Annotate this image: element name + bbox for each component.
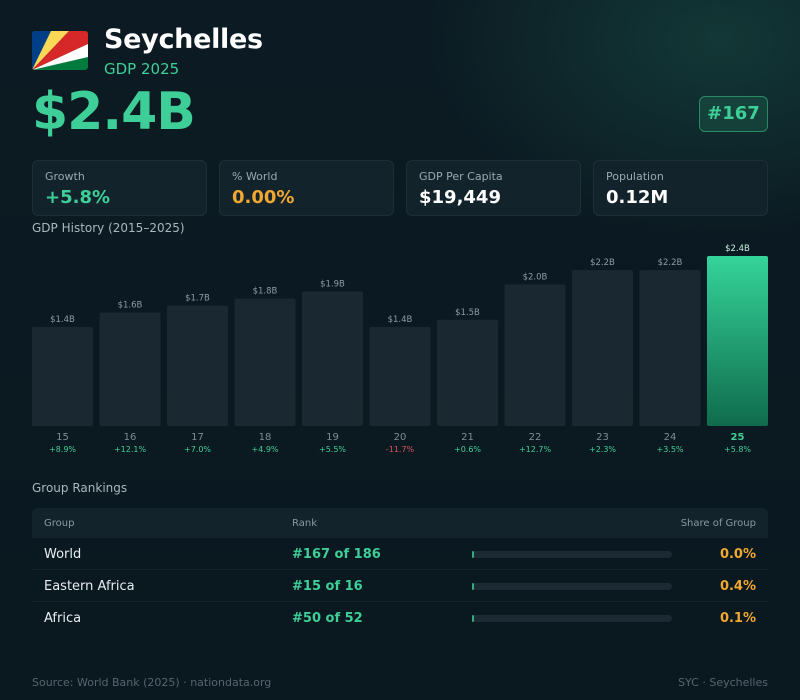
x-tick-label: 25	[731, 432, 745, 443]
x-tick-label: 24	[664, 432, 677, 443]
growth-label: -11.7%	[386, 445, 415, 454]
bar-value-label: $1.9B	[320, 279, 345, 289]
bar-value-label: $1.5B	[455, 308, 480, 318]
table-row: Africa #50 of 52 0.1%	[32, 602, 768, 634]
growth-label: +4.9%	[251, 445, 278, 454]
bar	[234, 298, 296, 426]
group-name: Africa	[44, 611, 82, 626]
share-bar	[472, 551, 672, 558]
bar	[707, 256, 768, 426]
country-name: Seychelles	[104, 24, 263, 55]
x-tick-label: 21	[461, 432, 474, 443]
x-tick-label: 23	[596, 432, 609, 443]
growth-label: +12.1%	[114, 445, 147, 454]
growth-label: +0.6%	[454, 445, 481, 454]
stat-card-per-capita: GDP Per Capita $19,449	[406, 160, 581, 216]
stat-card-growth: Growth +5.8%	[32, 160, 207, 216]
bar	[32, 326, 93, 426]
bar	[369, 326, 431, 426]
stat-label: Growth	[45, 170, 85, 183]
share-bar	[472, 615, 672, 622]
column-header-rank: Rank	[292, 518, 317, 529]
share-bar-fill	[472, 551, 474, 558]
stat-label: Population	[606, 170, 664, 183]
group-share: 0.0%	[719, 547, 756, 562]
growth-label: +5.8%	[724, 445, 751, 454]
growth-label: +7.0%	[184, 445, 211, 454]
x-tick-label: 16	[124, 432, 137, 443]
bar	[99, 312, 161, 426]
stat-card-world-share: % World 0.00%	[219, 160, 394, 216]
bar	[302, 291, 363, 426]
column-header-share: Share of Group	[680, 518, 756, 529]
footer-source: Source: World Bank (2025) · nationdata.o…	[32, 676, 272, 689]
stat-label: GDP Per Capita	[419, 170, 503, 183]
page-subtitle: GDP 2025	[104, 60, 180, 78]
table-row: Eastern Africa #15 of 16 0.4%	[32, 570, 768, 602]
gdp-value: $2.4B	[32, 82, 196, 142]
rankings-table: Group Rank Share of Group World #167 of …	[32, 508, 768, 634]
bar-value-label: $2.4B	[725, 244, 750, 254]
bar-value-label: $1.8B	[253, 287, 278, 297]
x-tick-label: 19	[326, 432, 339, 443]
group-name: Eastern Africa	[44, 579, 135, 594]
table-header: Group Rank Share of Group	[32, 508, 768, 538]
share-bar	[472, 583, 672, 590]
bar	[504, 284, 566, 426]
stat-value: $19,449	[419, 187, 501, 208]
stat-card-population: Population 0.12M	[593, 160, 768, 216]
group-rank: #15 of 16	[292, 579, 363, 594]
share-bar-fill	[472, 615, 474, 622]
footer-country-code: SYC · Seychelles	[678, 676, 768, 689]
x-tick-label: 15	[56, 432, 69, 443]
group-share: 0.4%	[719, 579, 756, 594]
bar-value-label: $1.6B	[118, 301, 143, 311]
stat-value: +5.8%	[45, 187, 111, 208]
x-tick-label: 17	[191, 432, 204, 443]
column-header-group: Group	[44, 518, 75, 529]
chart-title: GDP History (2015–2025)	[32, 221, 185, 235]
rank-badge: #167	[699, 96, 768, 132]
growth-label: +2.3%	[589, 445, 616, 454]
growth-label: +12.7%	[519, 445, 552, 454]
group-name: World	[44, 547, 82, 562]
table-row: World #167 of 186 0.0%	[32, 538, 768, 570]
group-rank: #167 of 186	[292, 547, 381, 562]
bar-value-label: $1.7B	[185, 294, 210, 304]
stat-label: % World	[232, 170, 278, 183]
x-tick-label: 18	[259, 432, 272, 443]
group-share: 0.1%	[719, 611, 756, 626]
bar-value-label: $2.0B	[523, 272, 548, 282]
growth-label: +3.5%	[656, 445, 683, 454]
bar-value-label: $1.4B	[388, 315, 413, 325]
x-tick-label: 20	[394, 432, 407, 443]
x-tick-label: 22	[529, 432, 542, 443]
bar	[167, 305, 228, 426]
dashboard: Seychelles GDP 2025 $2.4B #167 Growth +5…	[0, 0, 800, 700]
bar-value-label: $2.2B	[658, 258, 683, 268]
bar	[639, 270, 701, 426]
growth-label: +5.5%	[319, 445, 346, 454]
rankings-title: Group Rankings	[32, 481, 128, 495]
bar	[437, 319, 498, 426]
seychelles-flag-icon	[32, 31, 88, 70]
bar-value-label: $2.2B	[590, 258, 615, 268]
stat-value: 0.00%	[232, 187, 295, 208]
bar	[572, 270, 633, 426]
share-bar-fill	[472, 583, 474, 590]
group-rank: #50 of 52	[292, 611, 363, 626]
stat-value: 0.12M	[606, 187, 669, 208]
growth-label: +8.9%	[49, 445, 76, 454]
bar-value-label: $1.4B	[50, 315, 75, 325]
gdp-history-chart: $1.4B 15 +8.9% $1.6B 16 +12.1% $1.7B 17 +7.0% $1.…	[32, 244, 768, 454]
